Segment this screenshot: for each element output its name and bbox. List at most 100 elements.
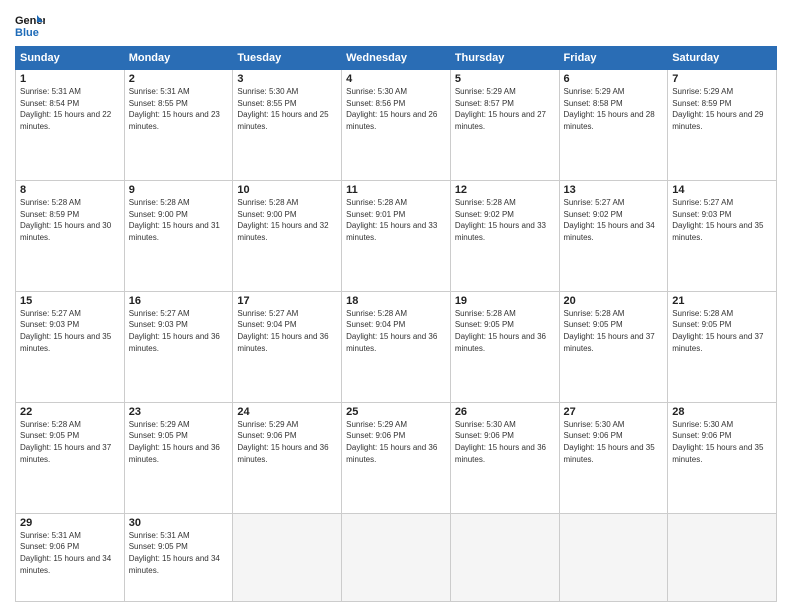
day-info: Sunrise: 5:28 AMSunset: 9:00 PMDaylight:…: [129, 197, 229, 243]
header-thursday: Thursday: [450, 47, 559, 70]
day-number: 27: [564, 406, 664, 418]
table-row: 28Sunrise: 5:30 AMSunset: 9:06 PMDayligh…: [668, 402, 777, 513]
table-row: 26Sunrise: 5:30 AMSunset: 9:06 PMDayligh…: [450, 402, 559, 513]
day-info: Sunrise: 5:28 AMSunset: 8:59 PMDaylight:…: [20, 197, 120, 243]
day-info: Sunrise: 5:27 AMSunset: 9:04 PMDaylight:…: [237, 308, 337, 354]
table-row: 30Sunrise: 5:31 AMSunset: 9:05 PMDayligh…: [124, 513, 233, 601]
table-row: 2Sunrise: 5:31 AMSunset: 8:55 PMDaylight…: [124, 70, 233, 181]
day-info: Sunrise: 5:28 AMSunset: 9:00 PMDaylight:…: [237, 197, 337, 243]
header: General Blue: [15, 10, 777, 40]
table-row: 17Sunrise: 5:27 AMSunset: 9:04 PMDayligh…: [233, 291, 342, 402]
header-sunday: Sunday: [16, 47, 125, 70]
day-number: 30: [129, 517, 229, 529]
day-number: 23: [129, 406, 229, 418]
table-row: 16Sunrise: 5:27 AMSunset: 9:03 PMDayligh…: [124, 291, 233, 402]
day-info: Sunrise: 5:28 AMSunset: 9:05 PMDaylight:…: [564, 308, 664, 354]
day-info: Sunrise: 5:28 AMSunset: 9:05 PMDaylight:…: [455, 308, 555, 354]
day-number: 12: [455, 184, 555, 196]
day-info: Sunrise: 5:30 AMSunset: 9:06 PMDaylight:…: [672, 419, 772, 465]
table-row: 27Sunrise: 5:30 AMSunset: 9:06 PMDayligh…: [559, 402, 668, 513]
table-row: 22Sunrise: 5:28 AMSunset: 9:05 PMDayligh…: [16, 402, 125, 513]
table-row: [342, 513, 451, 601]
table-row: [233, 513, 342, 601]
day-number: 28: [672, 406, 772, 418]
table-row: 29Sunrise: 5:31 AMSunset: 9:06 PMDayligh…: [16, 513, 125, 601]
day-info: Sunrise: 5:30 AMSunset: 8:55 PMDaylight:…: [237, 86, 337, 132]
day-info: Sunrise: 5:31 AMSunset: 9:05 PMDaylight:…: [129, 530, 229, 576]
table-row: 18Sunrise: 5:28 AMSunset: 9:04 PMDayligh…: [342, 291, 451, 402]
table-row: 1Sunrise: 5:31 AMSunset: 8:54 PMDaylight…: [16, 70, 125, 181]
day-number: 18: [346, 295, 446, 307]
day-info: Sunrise: 5:29 AMSunset: 9:05 PMDaylight:…: [129, 419, 229, 465]
day-info: Sunrise: 5:28 AMSunset: 9:05 PMDaylight:…: [20, 419, 120, 465]
calendar-row: 8Sunrise: 5:28 AMSunset: 8:59 PMDaylight…: [16, 180, 777, 291]
day-number: 22: [20, 406, 120, 418]
day-number: 13: [564, 184, 664, 196]
table-row: 4Sunrise: 5:30 AMSunset: 8:56 PMDaylight…: [342, 70, 451, 181]
day-number: 26: [455, 406, 555, 418]
calendar-row: 29Sunrise: 5:31 AMSunset: 9:06 PMDayligh…: [16, 513, 777, 601]
day-number: 9: [129, 184, 229, 196]
table-row: 19Sunrise: 5:28 AMSunset: 9:05 PMDayligh…: [450, 291, 559, 402]
day-number: 11: [346, 184, 446, 196]
day-number: 20: [564, 295, 664, 307]
table-row: 24Sunrise: 5:29 AMSunset: 9:06 PMDayligh…: [233, 402, 342, 513]
header-monday: Monday: [124, 47, 233, 70]
table-row: 11Sunrise: 5:28 AMSunset: 9:01 PMDayligh…: [342, 180, 451, 291]
calendar: Sunday Monday Tuesday Wednesday Thursday…: [15, 46, 777, 602]
calendar-row: 1Sunrise: 5:31 AMSunset: 8:54 PMDaylight…: [16, 70, 777, 181]
day-number: 25: [346, 406, 446, 418]
day-info: Sunrise: 5:28 AMSunset: 9:01 PMDaylight:…: [346, 197, 446, 243]
day-number: 17: [237, 295, 337, 307]
day-number: 5: [455, 73, 555, 85]
day-info: Sunrise: 5:27 AMSunset: 9:03 PMDaylight:…: [672, 197, 772, 243]
day-number: 21: [672, 295, 772, 307]
day-number: 14: [672, 184, 772, 196]
table-row: 15Sunrise: 5:27 AMSunset: 9:03 PMDayligh…: [16, 291, 125, 402]
day-info: Sunrise: 5:29 AMSunset: 8:57 PMDaylight:…: [455, 86, 555, 132]
header-wednesday: Wednesday: [342, 47, 451, 70]
svg-text:Blue: Blue: [15, 27, 39, 39]
day-number: 3: [237, 73, 337, 85]
table-row: [450, 513, 559, 601]
table-row: 9Sunrise: 5:28 AMSunset: 9:00 PMDaylight…: [124, 180, 233, 291]
table-row: 10Sunrise: 5:28 AMSunset: 9:00 PMDayligh…: [233, 180, 342, 291]
day-number: 6: [564, 73, 664, 85]
day-info: Sunrise: 5:29 AMSunset: 9:06 PMDaylight:…: [237, 419, 337, 465]
table-row: 3Sunrise: 5:30 AMSunset: 8:55 PMDaylight…: [233, 70, 342, 181]
day-info: Sunrise: 5:30 AMSunset: 8:56 PMDaylight:…: [346, 86, 446, 132]
day-info: Sunrise: 5:31 AMSunset: 8:54 PMDaylight:…: [20, 86, 120, 132]
day-info: Sunrise: 5:28 AMSunset: 9:05 PMDaylight:…: [672, 308, 772, 354]
table-row: [668, 513, 777, 601]
day-info: Sunrise: 5:29 AMSunset: 8:58 PMDaylight:…: [564, 86, 664, 132]
logo: General Blue: [15, 10, 49, 40]
table-row: 8Sunrise: 5:28 AMSunset: 8:59 PMDaylight…: [16, 180, 125, 291]
table-row: 20Sunrise: 5:28 AMSunset: 9:05 PMDayligh…: [559, 291, 668, 402]
day-number: 1: [20, 73, 120, 85]
day-info: Sunrise: 5:29 AMSunset: 9:06 PMDaylight:…: [346, 419, 446, 465]
day-info: Sunrise: 5:31 AMSunset: 9:06 PMDaylight:…: [20, 530, 120, 576]
table-row: 23Sunrise: 5:29 AMSunset: 9:05 PMDayligh…: [124, 402, 233, 513]
day-number: 15: [20, 295, 120, 307]
table-row: 5Sunrise: 5:29 AMSunset: 8:57 PMDaylight…: [450, 70, 559, 181]
day-info: Sunrise: 5:27 AMSunset: 9:03 PMDaylight:…: [20, 308, 120, 354]
day-number: 24: [237, 406, 337, 418]
table-row: 7Sunrise: 5:29 AMSunset: 8:59 PMDaylight…: [668, 70, 777, 181]
day-info: Sunrise: 5:27 AMSunset: 9:03 PMDaylight:…: [129, 308, 229, 354]
table-row: 25Sunrise: 5:29 AMSunset: 9:06 PMDayligh…: [342, 402, 451, 513]
day-info: Sunrise: 5:31 AMSunset: 8:55 PMDaylight:…: [129, 86, 229, 132]
day-number: 4: [346, 73, 446, 85]
header-saturday: Saturday: [668, 47, 777, 70]
day-number: 19: [455, 295, 555, 307]
day-info: Sunrise: 5:30 AMSunset: 9:06 PMDaylight:…: [564, 419, 664, 465]
day-number: 7: [672, 73, 772, 85]
day-number: 8: [20, 184, 120, 196]
day-number: 16: [129, 295, 229, 307]
table-row: 6Sunrise: 5:29 AMSunset: 8:58 PMDaylight…: [559, 70, 668, 181]
page: General Blue Sunday Monday Tuesday Wedne…: [0, 0, 792, 612]
day-number: 10: [237, 184, 337, 196]
day-number: 29: [20, 517, 120, 529]
calendar-row: 15Sunrise: 5:27 AMSunset: 9:03 PMDayligh…: [16, 291, 777, 402]
day-info: Sunrise: 5:28 AMSunset: 9:04 PMDaylight:…: [346, 308, 446, 354]
table-row: 13Sunrise: 5:27 AMSunset: 9:02 PMDayligh…: [559, 180, 668, 291]
